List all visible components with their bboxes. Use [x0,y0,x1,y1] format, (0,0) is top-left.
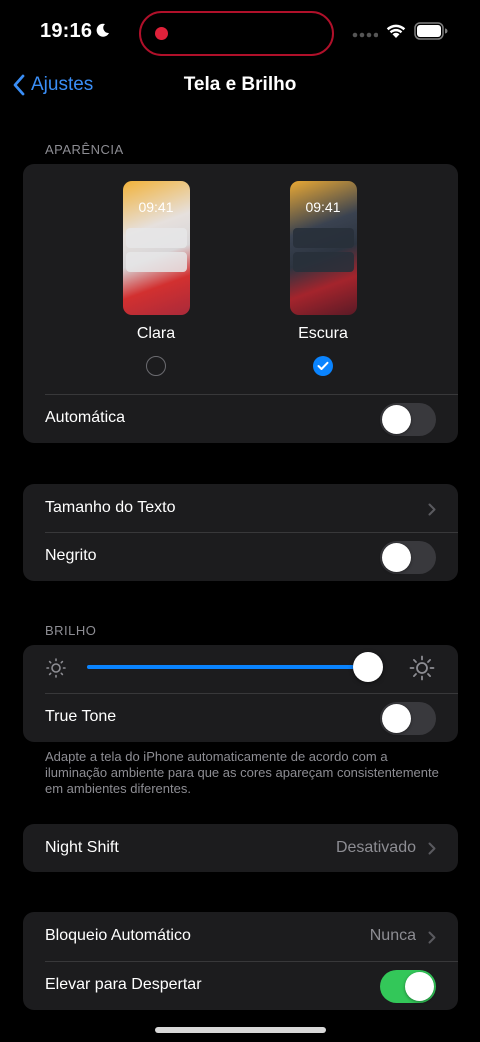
brightness-header: BRILHO [45,623,97,638]
chevron-right-icon [428,842,436,855]
lock-card: Bloqueio Automático Nunca Elevar para De… [23,912,458,1010]
night-shift-card: Night Shift Desativado [23,824,458,872]
night-shift-label: Night Shift [45,839,119,856]
true-tone-row: True Tone [23,693,458,742]
raise-to-wake-toggle[interactable] [380,970,436,1003]
theme-label-light: Clara [136,325,176,342]
preview-notification [292,228,354,248]
signal-icon [352,32,378,38]
true-tone-footnote: Adapte a tela do iPhone automaticamente … [45,749,439,796]
page-title: Tela e Brilho [183,74,297,95]
theme-option-dark[interactable]: 09:41 Escura [268,181,378,376]
toggle-knob [382,704,411,733]
battery-icon [414,22,448,40]
preview-notification [125,228,187,248]
theme-label-dark: Escura [298,325,348,342]
brightness-fill [87,665,369,669]
theme-option-light[interactable]: 09:41 Clara [101,181,211,376]
brightness-slider-thumb[interactable] [353,652,384,682]
bold-row: Negrito [23,532,458,581]
nav-bar: Ajustes Tela e Brilho [0,64,480,108]
chevron-right-icon [428,503,436,516]
bold-toggle[interactable] [380,541,436,574]
dynamic-island [139,11,334,56]
moon-icon [96,23,109,37]
chevron-right-icon [428,931,436,944]
appearance-card: 09:41 Clara 09:41 Escura Automática [23,164,458,443]
appearance-options: 09:41 Clara 09:41 Escura [23,164,458,394]
automatic-toggle[interactable] [380,403,436,436]
night-shift-value: Desativado [335,839,416,856]
preview-notification [125,252,187,272]
raise-to-wake-label: Elevar para Despertar [45,976,202,993]
dark-preview-time: 09:41 [305,199,341,215]
preview-notification [292,252,354,272]
radio-dark[interactable] [313,356,333,376]
text-size-row[interactable]: Tamanho do Texto [23,484,458,533]
bold-label: Negrito [45,547,97,564]
brightness-slider-row [23,645,458,692]
auto-lock-label: Bloqueio Automático [45,927,191,944]
wifi-icon [386,24,406,38]
light-preview: 09:41 [122,181,190,315]
sun-large-icon [409,655,435,681]
brightness-track[interactable] [87,665,377,669]
toggle-knob [405,972,434,1001]
status-time: 19:16 [40,20,93,42]
text-size-label: Tamanho do Texto [45,499,176,516]
automatic-label: Automática [45,409,126,426]
night-shift-row[interactable]: Night Shift Desativado [23,824,458,872]
toggle-knob [382,543,411,572]
raise-to-wake-row: Elevar para Despertar [23,961,458,1010]
auto-lock-value: Nunca [369,927,416,944]
sun-small-icon [46,658,66,678]
auto-lock-row[interactable]: Bloqueio Automático Nunca [23,912,458,961]
appearance-header: APARÊNCIA [45,142,124,157]
toggle-knob [382,405,411,434]
home-indicator [155,1027,326,1033]
true-tone-label: True Tone [45,708,117,725]
dark-preview: 09:41 [289,181,357,315]
radio-light[interactable] [146,356,166,376]
recording-indicator [155,27,168,40]
light-preview-time: 09:41 [138,199,174,215]
status-bar: 19:16 [0,0,480,64]
text-card: Tamanho do Texto Negrito [23,484,458,581]
brightness-card: True Tone [23,645,458,742]
checkmark-icon [317,361,329,370]
true-tone-toggle[interactable] [380,702,436,735]
automatic-row: Automática [23,394,458,443]
